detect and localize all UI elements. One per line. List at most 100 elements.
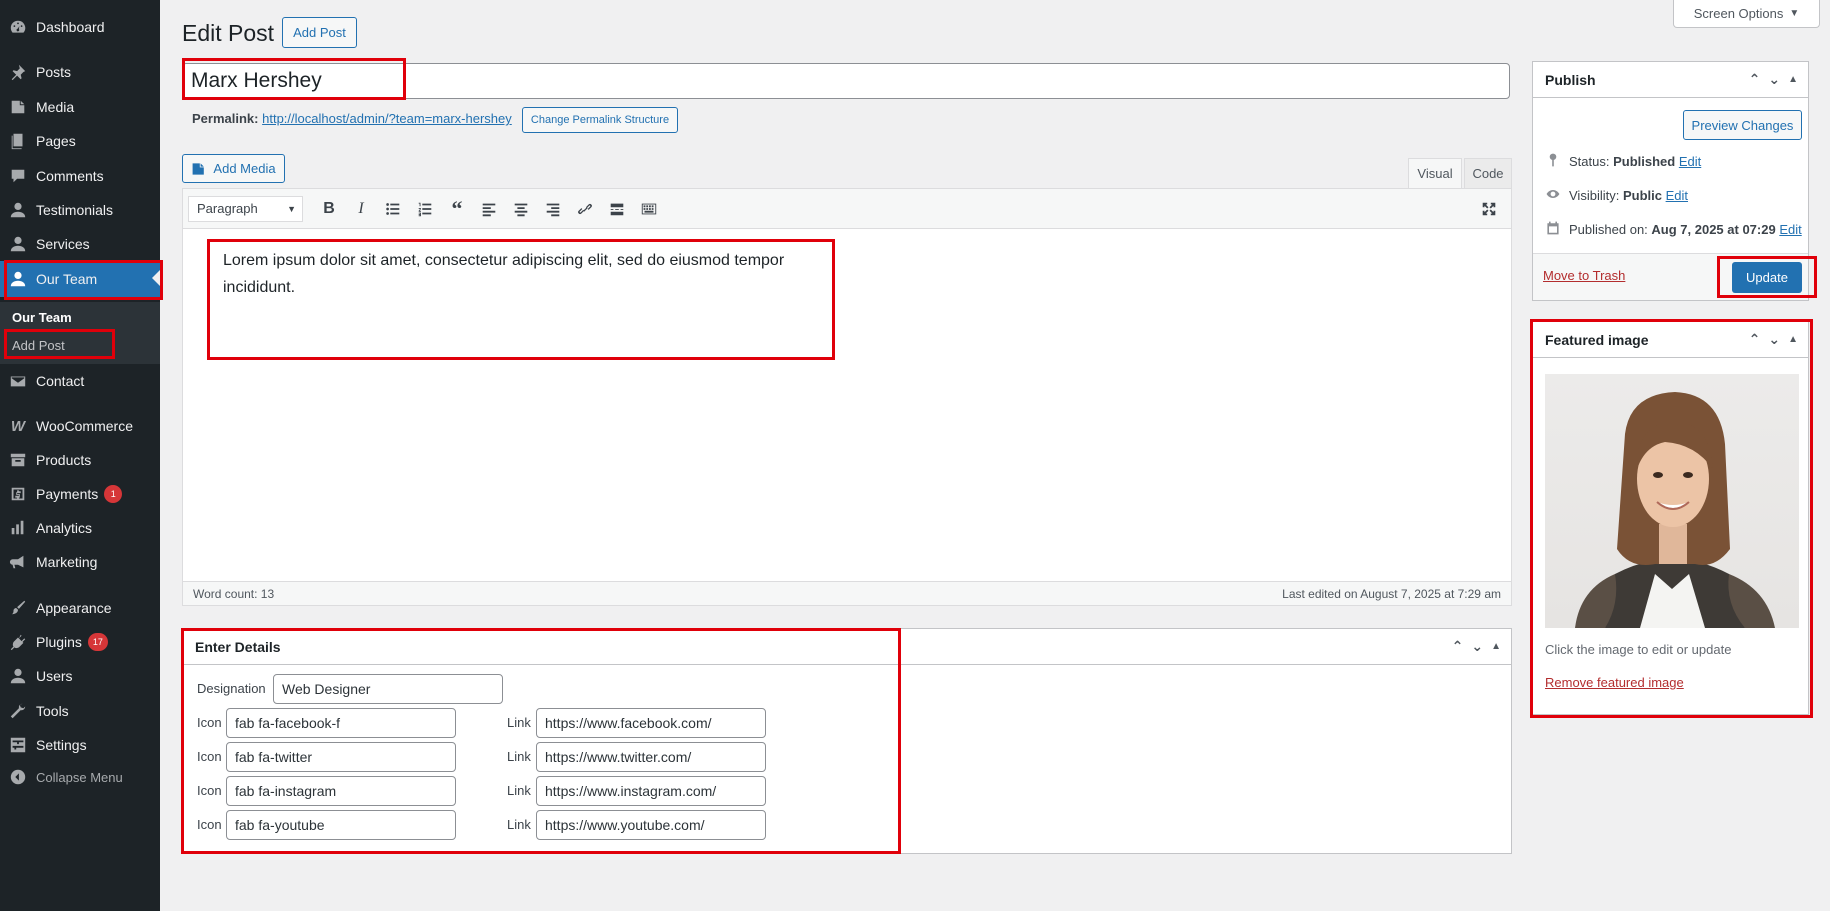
- dollar-icon: [0, 485, 36, 503]
- blockquote-icon[interactable]: “: [441, 195, 473, 223]
- align-left-icon[interactable]: [473, 195, 505, 223]
- toggle-panel-icon[interactable]: ▲: [1788, 71, 1798, 89]
- collapse-menu-button[interactable]: Collapse Menu: [0, 760, 160, 794]
- edit-visibility-link[interactable]: Edit: [1666, 188, 1688, 203]
- chart-icon: [0, 519, 36, 537]
- move-up-icon[interactable]: ⌃: [1749, 331, 1761, 349]
- plugin-icon: [0, 633, 36, 651]
- sidebar-item-label: Comments: [36, 168, 104, 184]
- editor-status-bar: Word count: 13 Last edited on August 7, …: [183, 581, 1511, 605]
- read-more-icon[interactable]: [601, 195, 633, 223]
- move-down-icon[interactable]: ⌄: [1768, 71, 1780, 89]
- link-input-facebook[interactable]: https://www.facebook.com/: [536, 708, 766, 738]
- sidebar-item-marketing[interactable]: Marketing: [0, 545, 160, 579]
- details-heading: Enter Details: [195, 638, 281, 655]
- submenu-our-team[interactable]: Our Team: [12, 310, 72, 325]
- sidebar-item-woocommerce[interactable]: W WooCommerce: [0, 409, 160, 443]
- icon-input-instagram[interactable]: fab fa-instagram: [226, 776, 456, 806]
- post-title-value: Marx Hershey: [191, 69, 322, 92]
- sidebar-item-comments[interactable]: Comments: [0, 159, 160, 193]
- megaphone-icon: [0, 553, 36, 571]
- sidebar-item-posts[interactable]: Posts: [0, 55, 160, 89]
- toolbar-toggle-icon[interactable]: [633, 195, 665, 223]
- sidebar-item-label: Tools: [36, 703, 69, 719]
- link-label: Link: [507, 783, 531, 798]
- calendar-icon: [1545, 220, 1561, 239]
- sidebar-item-services[interactable]: Services: [0, 227, 160, 261]
- icon-value: fab fa-facebook-f: [235, 715, 341, 731]
- publish-heading: Publish: [1545, 71, 1596, 88]
- sidebar-item-label: WooCommerce: [36, 418, 133, 434]
- sidebar-item-payments[interactable]: Payments 1: [0, 477, 160, 511]
- toggle-panel-icon[interactable]: ▲: [1491, 638, 1501, 656]
- link-input-twitter[interactable]: https://www.twitter.com/: [536, 742, 766, 772]
- designation-input[interactable]: Web Designer: [273, 674, 503, 704]
- tab-code[interactable]: Code: [1464, 158, 1512, 189]
- move-up-icon[interactable]: ⌃: [1452, 638, 1464, 656]
- editor-content[interactable]: Lorem ipsum dolor sit amet, consectetur …: [223, 247, 803, 301]
- icon-input-youtube[interactable]: fab fa-youtube: [226, 810, 456, 840]
- sidebar-item-appearance[interactable]: Appearance: [0, 591, 160, 625]
- move-down-icon[interactable]: ⌄: [1768, 331, 1780, 349]
- preview-changes-button[interactable]: Preview Changes: [1683, 110, 1802, 140]
- designation-value: Web Designer: [282, 681, 371, 697]
- edit-date-link[interactable]: Edit: [1779, 222, 1801, 237]
- icon-label: Icon: [197, 715, 222, 730]
- sidebar-item-label: Marketing: [36, 554, 98, 570]
- sidebar-item-testimonials[interactable]: Testimonials: [0, 193, 160, 227]
- remove-featured-image-link[interactable]: Remove featured image: [1545, 675, 1684, 690]
- post-title-input[interactable]: Marx Hershey: [182, 63, 1510, 99]
- pin-icon: [0, 63, 36, 81]
- change-permalink-button[interactable]: Change Permalink Structure: [522, 107, 678, 133]
- link-icon[interactable]: [569, 195, 601, 223]
- align-center-icon[interactable]: [505, 195, 537, 223]
- align-right-icon[interactable]: [537, 195, 569, 223]
- icon-value: fab fa-twitter: [235, 749, 313, 765]
- sidebar-item-label: Analytics: [36, 520, 93, 536]
- sidebar-item-analytics[interactable]: Analytics: [0, 511, 160, 545]
- link-input-instagram[interactable]: https://www.instagram.com/: [536, 776, 766, 806]
- post-editor: Paragraph ▼ B I “ Lorem ipsum dolor sit …: [182, 188, 1512, 606]
- move-up-icon[interactable]: ⌃: [1749, 71, 1761, 89]
- italic-icon[interactable]: I: [345, 195, 377, 223]
- sidebar-item-label: Users: [36, 668, 73, 684]
- format-select[interactable]: Paragraph ▼: [188, 195, 303, 222]
- sidebar-item-tools[interactable]: Tools: [0, 694, 160, 728]
- sidebar-item-plugins[interactable]: Plugins 17: [0, 625, 160, 659]
- toggle-panel-icon[interactable]: ▲: [1788, 331, 1798, 349]
- sidebar-item-media[interactable]: Media: [0, 90, 160, 124]
- visibility-value: Public: [1622, 188, 1662, 203]
- fullscreen-icon[interactable]: [1473, 195, 1505, 223]
- sidebar-item-pages[interactable]: Pages: [0, 124, 160, 158]
- media-icon: [0, 98, 36, 116]
- sidebar-item-dashboard[interactable]: Dashboard: [0, 10, 160, 44]
- sidebar-item-settings[interactable]: Settings: [0, 728, 160, 762]
- icon-input-twitter[interactable]: fab fa-twitter: [226, 742, 456, 772]
- woo-icon: W: [10, 417, 26, 435]
- user-icon: [0, 270, 36, 288]
- publish-footer: Move to Trash Update: [1533, 253, 1808, 300]
- sidebar-item-our-team[interactable]: Our Team: [0, 261, 160, 297]
- sidebar-item-users[interactable]: Users: [0, 659, 160, 693]
- sidebar-item-products[interactable]: Products: [0, 443, 160, 477]
- link-value: https://www.instagram.com/: [545, 783, 717, 799]
- bold-icon[interactable]: B: [313, 195, 345, 223]
- add-post-button[interactable]: Add Post: [282, 17, 357, 48]
- icon-input-facebook[interactable]: fab fa-facebook-f: [226, 708, 456, 738]
- update-button[interactable]: Update: [1732, 262, 1802, 293]
- icon-value: fab fa-instagram: [235, 783, 337, 799]
- bullet-list-icon[interactable]: [377, 195, 409, 223]
- move-to-trash-link[interactable]: Move to Trash: [1543, 268, 1625, 283]
- edit-status-link[interactable]: Edit: [1679, 154, 1701, 169]
- submenu-add-post[interactable]: Add Post: [12, 338, 65, 353]
- pin-icon: [1545, 152, 1561, 171]
- permalink-link[interactable]: http://localhost/admin/?team=marx-hershe…: [262, 111, 512, 126]
- tab-visual[interactable]: Visual: [1408, 158, 1462, 189]
- numbered-list-icon[interactable]: [409, 195, 441, 223]
- add-media-button[interactable]: Add Media: [182, 154, 285, 183]
- sidebar-item-contact[interactable]: Contact: [0, 364, 160, 398]
- featured-image[interactable]: [1545, 374, 1799, 628]
- move-down-icon[interactable]: ⌄: [1471, 638, 1483, 656]
- link-input-youtube[interactable]: https://www.youtube.com/: [536, 810, 766, 840]
- screen-options-button[interactable]: Screen Options ▼: [1673, 0, 1820, 28]
